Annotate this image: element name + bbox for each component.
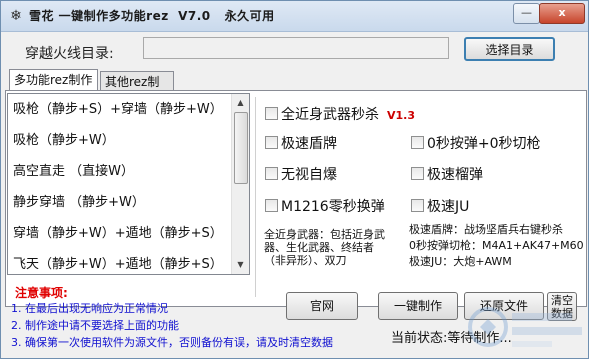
status-text: 当前状态:等待制作... xyxy=(391,331,512,346)
list-item[interactable]: 吸枪（静步+W） xyxy=(8,125,249,156)
note-1: 1. 在最后出现无响应为正常情况 xyxy=(11,302,168,315)
all-melee-label: 全近身武器秒杀 xyxy=(281,107,379,123)
select-directory-button[interactable]: 选择目录 xyxy=(464,37,555,61)
no-self-explode-checkbox[interactable] xyxy=(265,167,278,180)
m1216-label: M1216零秒换弹 xyxy=(281,199,385,215)
scrollbar-thumb[interactable] xyxy=(234,112,248,184)
zero-reload-checkbox[interactable] xyxy=(411,136,424,149)
list-scrollbar[interactable]: ▲ ▼ xyxy=(231,94,249,274)
fast-shield-checkbox[interactable] xyxy=(265,136,278,149)
tab-other-rez[interactable]: 其他rez制作 xyxy=(100,71,174,109)
divider xyxy=(255,97,256,297)
mode-list[interactable]: 吸枪（静步+S）+穿墙（静步+W） 吸枪（静步+W） 高空直走 （直接W） 静步… xyxy=(7,93,250,275)
fast-grenade-label: 极速榴弹 xyxy=(427,167,483,183)
snowflake-app-icon: ❄ xyxy=(10,8,22,24)
melee-description: 全近身武器：包括近身武器、生化武器、终结者（非异形）、双刀 xyxy=(264,228,385,267)
one-click-make-button[interactable]: 一键制作 xyxy=(378,292,458,320)
option-zero-reload[interactable]: 0秒按弹+0秒切枪 xyxy=(411,133,541,153)
list-item[interactable]: 高空直走 （直接W） xyxy=(8,156,249,187)
zero-reload-label: 0秒按弹+0秒切枪 xyxy=(427,136,541,152)
fast-grenade-checkbox[interactable] xyxy=(411,167,424,180)
scroll-up-arrow-icon[interactable]: ▲ xyxy=(233,95,248,111)
window-title: 雪花 一键制作多功能rez V7.0 永久可用 xyxy=(29,9,275,23)
option-fast-shield[interactable]: 极速盾牌 xyxy=(265,133,337,153)
list-item[interactable]: 飞天（静步+W）+遁地（静步+S） xyxy=(8,249,249,274)
list-item[interactable]: 静步穿墙 （静步+W） xyxy=(8,187,249,218)
clear-data-button[interactable]: 清空 数据 xyxy=(547,292,577,321)
minimize-button[interactable]: — xyxy=(513,3,540,24)
title-bar[interactable]: ❄ 雪花 一键制作多功能rez V7.0 永久可用 — x xyxy=(1,1,588,32)
list-item[interactable]: 穿墙（静步+W）+遁地（静步+S） xyxy=(8,218,249,249)
all-melee-checkbox[interactable] xyxy=(265,107,278,120)
website-button[interactable]: 官网 xyxy=(286,292,358,320)
close-button[interactable]: x xyxy=(539,3,585,24)
option-fast-ju[interactable]: 极速JU xyxy=(411,196,469,216)
fast-ju-checkbox[interactable] xyxy=(411,199,424,212)
notes-title: 注意事项: xyxy=(15,286,68,300)
ju-description: 极速JU：大炮+AWM xyxy=(409,255,512,268)
reload-description: 0秒按弹切枪：M4A1+AK47+M60 xyxy=(409,239,584,252)
shield-description: 极速盾牌：战场坚盾兵右键秒杀 xyxy=(409,223,563,236)
list-item[interactable]: 吸枪（静步+S）+穿墙（静步+W） xyxy=(8,94,249,125)
fast-ju-label: 极速JU xyxy=(427,199,470,215)
note-3: 3. 确保第一次使用软件为源文件，否则备份有误，请及时清空数据 xyxy=(11,336,333,349)
fast-shield-label: 极速盾牌 xyxy=(281,136,337,152)
main-window: ❄ 雪花 一键制作多功能rez V7.0 永久可用 — x 穿越火线目录: 选择… xyxy=(0,0,589,359)
tab-multifunction-rez[interactable]: 多功能rez制作 xyxy=(9,69,98,91)
option-fast-grenade[interactable]: 极速榴弹 xyxy=(411,164,483,184)
directory-label: 穿越火线目录: xyxy=(25,46,114,62)
option-all-melee[interactable]: 全近身武器秒杀 V1.3 xyxy=(265,104,415,124)
option-no-self-explode[interactable]: 无视自爆 xyxy=(265,164,337,184)
scroll-down-arrow-icon[interactable]: ▼ xyxy=(233,257,248,273)
m1216-checkbox[interactable] xyxy=(265,199,278,212)
directory-input[interactable] xyxy=(143,37,449,59)
note-2: 2. 制作途中请不要选择上面的功能 xyxy=(11,319,179,332)
version-badge: V1.3 xyxy=(387,109,415,122)
no-self-explode-label: 无视自爆 xyxy=(281,167,337,183)
option-m1216[interactable]: M1216零秒换弹 xyxy=(265,196,385,216)
restore-file-button[interactable]: 还原文件 xyxy=(464,292,544,320)
